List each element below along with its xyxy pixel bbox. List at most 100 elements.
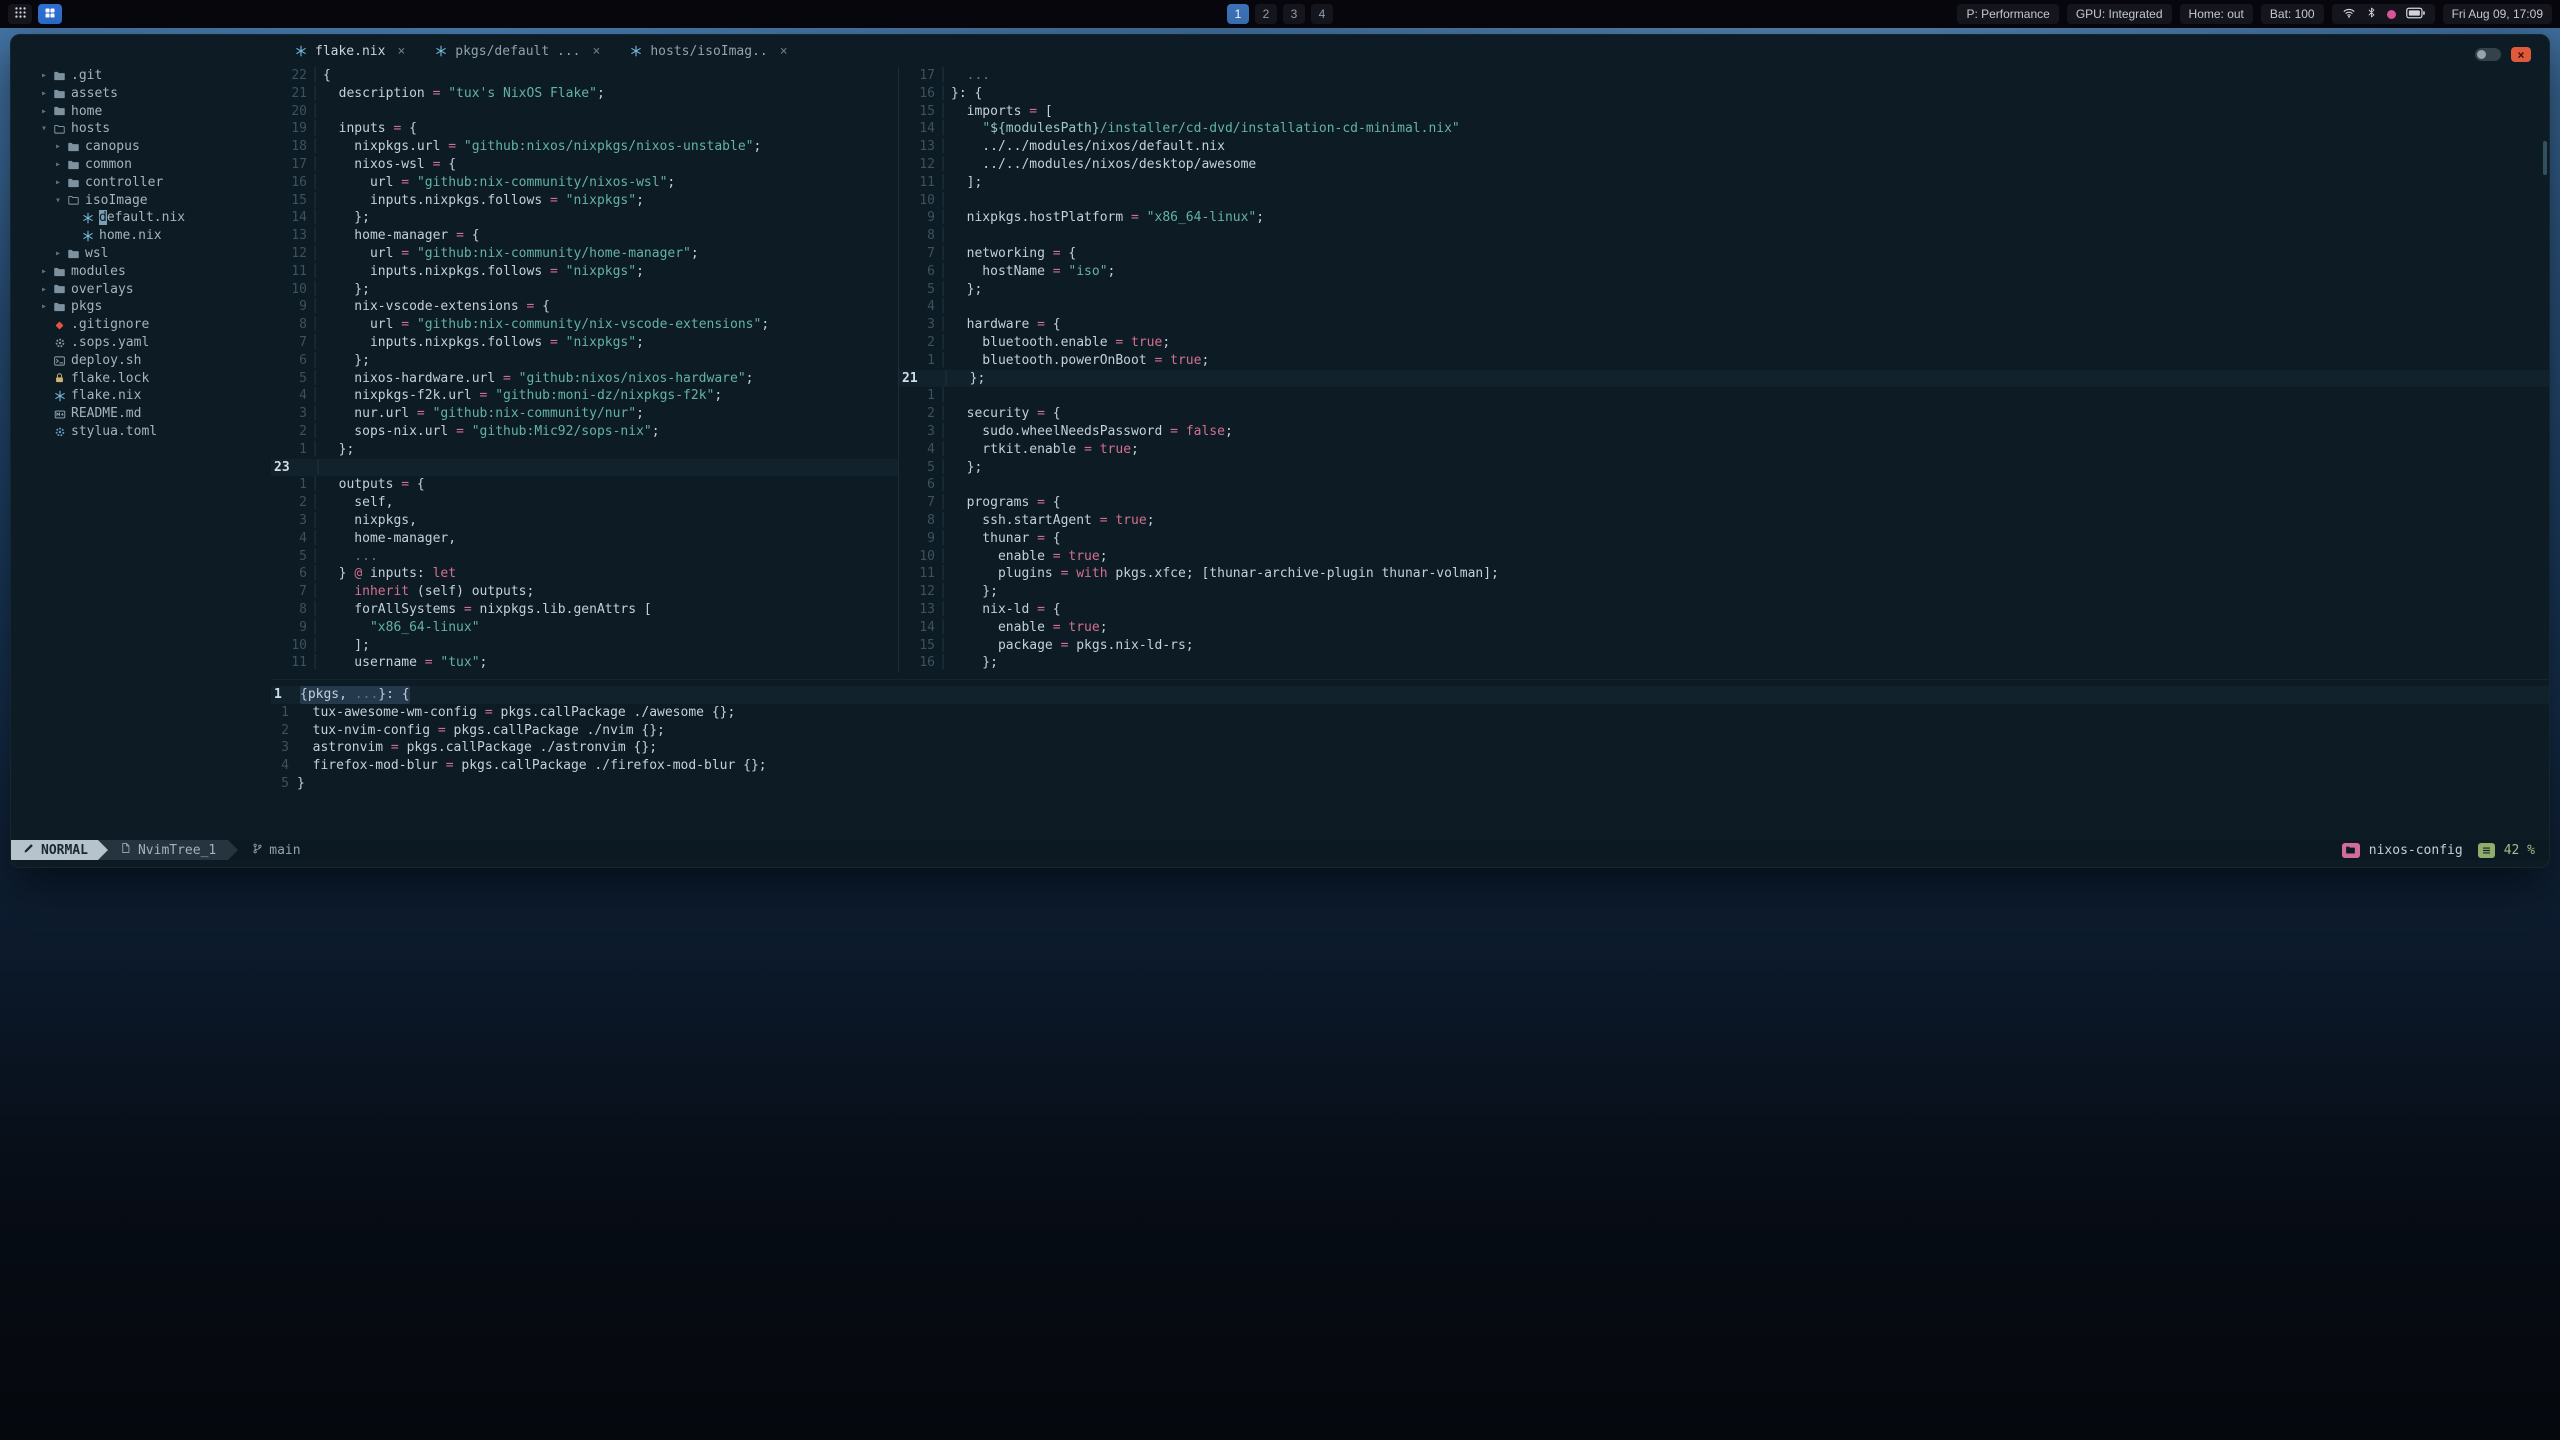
- tree-item[interactable]: README.md: [11, 405, 271, 423]
- tree-item[interactable]: ▾ hosts: [11, 120, 271, 138]
- code-text: "x86_64-linux": [369, 619, 480, 635]
- folder-icon: [51, 70, 68, 82]
- code-line: 4 │ rtkit.enable = true;: [899, 441, 2549, 459]
- editor-pane-bottom[interactable]: 1 {pkgs, ...}: {1 tux-awesome-wm-config …: [271, 686, 2549, 793]
- status-chip[interactable]: Bat: 100: [2260, 4, 2324, 24]
- tree-item-label: common: [85, 156, 132, 172]
- chevron-right-icon[interactable]: ▸: [37, 263, 51, 281]
- chevron-right-icon[interactable]: ▸: [37, 298, 51, 316]
- apps-grid-icon: [14, 6, 27, 22]
- tab-close-icon[interactable]: ×: [776, 44, 788, 59]
- tree-item[interactable]: ▸ assets: [11, 85, 271, 103]
- tab-close-icon[interactable]: ×: [589, 44, 601, 59]
- gutter-separator: │: [939, 352, 947, 368]
- code-line: 5 │ nixos-hardware.url = "github:nixos/ni…: [271, 370, 898, 388]
- chevron-right-icon[interactable]: ▸: [37, 67, 51, 85]
- line-number: 12: [291, 245, 307, 261]
- workspace-button-4[interactable]: 4: [1311, 4, 1333, 24]
- chevron-down-icon[interactable]: ▾: [51, 192, 65, 210]
- tree-item[interactable]: flake.lock: [11, 370, 271, 388]
- tree-item[interactable]: ▸ wsl: [11, 245, 271, 263]
- bluetooth-icon[interactable]: [2366, 6, 2377, 22]
- workspace-button-1[interactable]: 1: [1227, 4, 1249, 24]
- lock-icon: [51, 372, 68, 384]
- scroll-progress-label: 42 %: [2503, 842, 2535, 858]
- tree-item[interactable]: ▸ home: [11, 103, 271, 121]
- chevron-right-icon[interactable]: ▸: [51, 138, 65, 156]
- code-text: };: [323, 210, 370, 226]
- gutter-separator: │: [311, 210, 319, 226]
- tree-item[interactable]: default.nix: [11, 209, 271, 227]
- tree-item[interactable]: home.nix: [11, 227, 271, 245]
- editor-pane-right[interactable]: 17 │ ... 16 │}: {15 │ imports = [14 │ "${modu…: [899, 67, 2549, 673]
- battery-icon[interactable]: [2405, 7, 2425, 22]
- editor-pane-bottom-wrap: 1 {pkgs, ...}: {1 tux-awesome-wm-config …: [271, 679, 2549, 793]
- line-number: 9: [927, 210, 935, 226]
- window-toggle-icon[interactable]: [2475, 48, 2501, 61]
- tree-item[interactable]: ▸ canopus: [11, 138, 271, 156]
- file-explorer[interactable]: ▸ .git ▸ assets ▸ home ▾ hosts ▸ canopus ▸ common ▸ c…: [11, 35, 271, 867]
- clock[interactable]: Fri Aug 09, 17:09: [2442, 4, 2552, 24]
- tree-item[interactable]: .gitignore: [11, 316, 271, 334]
- chevron-right-icon[interactable]: ▸: [51, 174, 65, 192]
- terminal-icon: [51, 355, 68, 367]
- status-chip[interactable]: Home: out: [2179, 4, 2253, 24]
- editor-tab[interactable]: hosts/isoImag.. ×: [630, 44, 788, 59]
- code-text: package = pkgs.nix-ld-rs;: [951, 637, 1194, 653]
- line-number: 10: [291, 281, 307, 297]
- indicator-dot-icon[interactable]: [2386, 9, 2396, 19]
- folder-icon: [51, 283, 68, 295]
- gutter-separator: [289, 722, 297, 740]
- status-chip[interactable]: GPU: Integrated: [2066, 4, 2172, 24]
- tree-item[interactable]: ▸ pkgs: [11, 298, 271, 316]
- editor-pane-left[interactable]: 22 │{21 │ description = "tux's NixOS Flake…: [271, 67, 898, 673]
- line-number: 23: [274, 459, 290, 475]
- code-text: inherit (self) outputs;: [354, 584, 535, 600]
- gutter-separator: │: [311, 637, 319, 653]
- line-number: 8: [927, 228, 935, 244]
- window-close-button[interactable]: ×: [2511, 47, 2531, 62]
- app-launcher-button[interactable]: [8, 4, 32, 24]
- tree-item[interactable]: ▸ common: [11, 156, 271, 174]
- gutter-separator: │: [311, 156, 319, 172]
- wifi-icon[interactable]: [2342, 6, 2356, 22]
- gutter-separator: │: [939, 299, 947, 315]
- tree-item[interactable]: ▸ modules: [11, 263, 271, 281]
- tree-item[interactable]: deploy.sh: [11, 352, 271, 370]
- workspace-button-3[interactable]: 3: [1283, 4, 1305, 24]
- editor-tab[interactable]: pkgs/default ... ×: [435, 44, 600, 59]
- tree-item[interactable]: ▸ overlays: [11, 281, 271, 299]
- chevron-right-icon[interactable]: ▸: [51, 156, 65, 174]
- line-number: 1: [927, 388, 935, 404]
- tree-item[interactable]: ▸ controller: [11, 174, 271, 192]
- tree-item[interactable]: ▸ .git: [11, 67, 271, 85]
- gutter-separator: │: [311, 85, 319, 101]
- code-line: 10 │ };: [271, 281, 898, 299]
- chevron-right-icon[interactable]: ▸: [37, 281, 51, 299]
- chevron-right-icon[interactable]: ▸: [37, 103, 51, 121]
- status-chip[interactable]: P: Performance: [1957, 4, 2059, 24]
- line-number: 5: [299, 548, 307, 564]
- chevron-down-icon[interactable]: ▾: [37, 120, 51, 138]
- editor-tab[interactable]: flake.nix ×: [295, 44, 405, 59]
- tree-item[interactable]: .sops.yaml: [11, 334, 271, 352]
- line-number: 12: [919, 156, 935, 172]
- line-number: 5: [927, 459, 935, 475]
- line-number: 12: [919, 584, 935, 600]
- terminal-window: × ▸ .git ▸ assets ▸ home ▾ hosts ▸ canopus ▸ common…: [10, 34, 2550, 868]
- tree-item-label: canopus: [85, 139, 140, 155]
- wm-logo-button[interactable]: [38, 4, 62, 24]
- tree-item[interactable]: stylua.toml: [11, 423, 271, 441]
- code-line: 10 │: [899, 192, 2549, 210]
- scrollbar-thumb[interactable]: [2543, 141, 2547, 175]
- code-text: inputs = {: [323, 121, 417, 137]
- tree-item[interactable]: flake.nix: [11, 387, 271, 405]
- chevron-right-icon[interactable]: ▸: [37, 85, 51, 103]
- code-line: 6 │ hostName = "iso";: [899, 263, 2549, 281]
- gutter-separator: │: [939, 423, 947, 439]
- workspace-button-2[interactable]: 2: [1255, 4, 1277, 24]
- chevron-right-icon[interactable]: ▸: [51, 245, 65, 263]
- tab-close-icon[interactable]: ×: [393, 44, 405, 59]
- tree-item[interactable]: ▾ isoImage: [11, 192, 271, 210]
- git-icon: [51, 320, 68, 331]
